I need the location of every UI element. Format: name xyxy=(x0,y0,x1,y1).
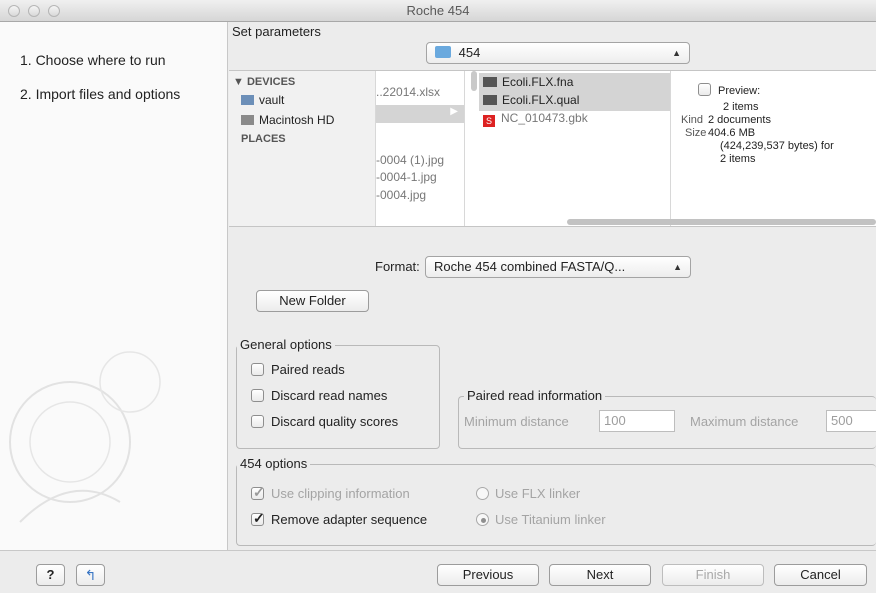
clc-logo-watermark xyxy=(9,351,161,523)
max-distance-label: Maximum distance xyxy=(690,414,799,429)
folder-popup[interactable]: 454 ▲ xyxy=(426,42,690,64)
file-item[interactable]: -0004.jpg xyxy=(376,188,426,202)
format-popup-value: Roche 454 combined FASTA/Q... xyxy=(434,259,626,274)
previous-button[interactable]: Previous xyxy=(437,564,539,586)
preview-size-value: 404.6 MB xyxy=(708,127,756,139)
step-choose-where-to-run: 1. Choose where to run xyxy=(20,52,166,68)
zoom-window-button[interactable] xyxy=(48,5,60,17)
max-distance-field[interactable]: 500 xyxy=(826,410,876,432)
finish-button[interactable]: Finish xyxy=(662,564,764,586)
preview-size-detail-2: 2 items xyxy=(720,153,756,165)
folder-icon xyxy=(435,46,451,58)
discard-read-names-checkbox[interactable]: Discard read names xyxy=(251,388,387,403)
general-options-title: General options xyxy=(237,337,335,352)
new-folder-button[interactable]: New Folder xyxy=(256,290,369,312)
wizard-steps-sidebar: 1. Choose where to run 2. Import files a… xyxy=(0,22,228,550)
hard-drive-icon xyxy=(241,115,254,125)
devices-header: ▼ DEVICES xyxy=(233,76,296,88)
device-macintosh-hd[interactable]: Macintosh HD xyxy=(241,113,334,127)
use-flx-linker-radio[interactable]: Use FLX linker xyxy=(476,486,580,501)
discard-quality-scores-checkbox[interactable]: Discard quality scores xyxy=(251,414,398,429)
dialog-window: Roche 454 1. Choose where to run 2. Impo… xyxy=(0,0,876,593)
file-item[interactable]: ..22014.xlsx xyxy=(376,85,440,99)
document-icon xyxy=(483,95,497,105)
use-clipping-checkbox[interactable]: Use clipping information xyxy=(251,484,410,501)
browser-column-files: Ecoli.FLX.fna Ecoli.FLX.qual S NC_010473.… xyxy=(465,71,670,226)
preview-count: 2 items xyxy=(723,101,759,113)
chevron-right-icon: ▶ xyxy=(450,106,458,117)
next-button[interactable]: Next xyxy=(549,564,651,586)
genbank-file-icon: S xyxy=(483,115,495,127)
window-title: Roche 454 xyxy=(406,3,470,18)
chevron-updown-icon: ▲ xyxy=(673,262,682,272)
preview-size-detail: (424,239,537 bytes) for xyxy=(720,140,834,152)
close-window-button[interactable] xyxy=(8,5,20,17)
file-nc-gbk[interactable]: S NC_010473.gbk xyxy=(483,111,588,127)
footer-bar: ? ↰ Previous Next Finish Cancel xyxy=(0,550,876,593)
step-import-files: 2. Import files and options xyxy=(20,86,181,102)
minimize-window-button[interactable] xyxy=(28,5,40,17)
device-vault[interactable]: vault xyxy=(241,93,284,107)
chevron-updown-icon: ▲ xyxy=(672,48,681,58)
options-454-title: 454 options xyxy=(237,456,311,471)
min-distance-field[interactable]: 100 xyxy=(599,410,675,432)
paired-read-info-title: Paired read information xyxy=(464,388,606,403)
reset-arrow-icon: ↰ xyxy=(84,567,97,583)
restore-defaults-button[interactable]: ↰ xyxy=(76,564,105,586)
file-ecoli-qual[interactable]: Ecoli.FLX.qual xyxy=(483,93,579,107)
min-distance-label: Minimum distance xyxy=(464,414,569,429)
selected-row: ▶ xyxy=(376,105,464,123)
preview-checkbox[interactable]: Preview: xyxy=(698,83,760,97)
vertical-scrollbar[interactable] xyxy=(471,71,477,91)
preview-kind-value: 2 documents xyxy=(708,114,771,126)
format-popup[interactable]: Roche 454 combined FASTA/Q... ▲ xyxy=(425,256,691,278)
file-item[interactable]: -0004 (1).jpg xyxy=(376,153,444,167)
preview-panel: Preview: 2 items Kind 2 documents Size 4… xyxy=(671,71,876,226)
preview-kind-label: Kind xyxy=(681,114,704,126)
section-title: Set parameters xyxy=(232,24,321,39)
file-ecoli-fna[interactable]: Ecoli.FLX.fna xyxy=(483,75,573,89)
file-browser: ▼ DEVICES vault Macintosh HD PLACES ..22… xyxy=(229,70,876,227)
browser-column-1: ..22014.xlsx ▶ -0004 (1).jpg -0004-1.jpg… xyxy=(376,71,464,226)
remove-adapter-checkbox[interactable]: Remove adapter sequence xyxy=(251,510,427,527)
format-label: Format: xyxy=(375,259,420,274)
places-sidebar: ▼ DEVICES vault Macintosh HD PLACES xyxy=(229,71,375,226)
folder-popup-value: 454 xyxy=(458,45,481,60)
cancel-button[interactable]: Cancel xyxy=(774,564,867,586)
disk-icon xyxy=(241,95,254,105)
places-header: PLACES xyxy=(241,133,286,145)
preview-size-label: Size xyxy=(685,127,707,139)
file-item[interactable]: -0004-1.jpg xyxy=(376,170,437,184)
options-454-group xyxy=(236,464,876,546)
document-icon xyxy=(483,77,497,87)
main-panel: Set parameters 454 ▲ ▼ DEVICES vault Mac… xyxy=(229,22,876,550)
use-titanium-linker-radio[interactable]: Use Titanium linker xyxy=(476,512,606,527)
horizontal-scrollbar[interactable] xyxy=(567,219,876,225)
paired-reads-checkbox[interactable]: Paired reads xyxy=(251,362,345,377)
help-button[interactable]: ? xyxy=(36,564,65,586)
title-bar: Roche 454 xyxy=(0,0,876,22)
